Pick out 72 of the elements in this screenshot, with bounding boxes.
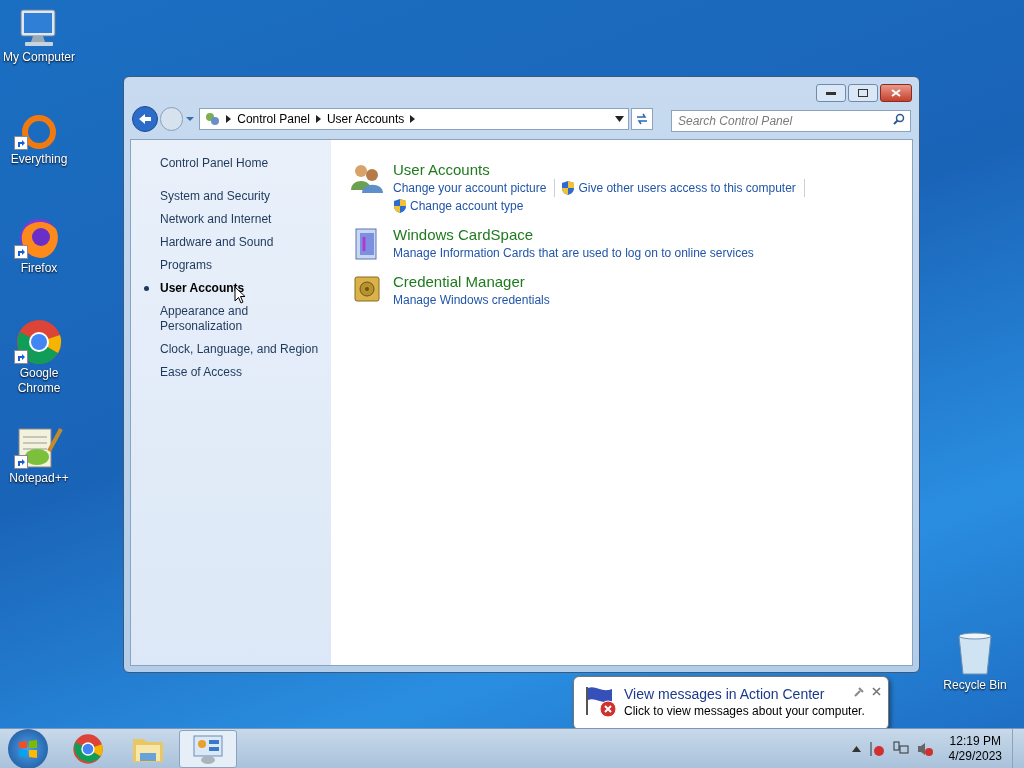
chevron-up-icon[interactable] [851,745,861,752]
sidebar-link[interactable]: System and Security [160,189,331,204]
maximize-button[interactable] [848,84,878,102]
category-title[interactable]: User Accounts [393,160,823,179]
users-icon [350,162,384,194]
windows-logo-icon [18,738,38,759]
flag-error-icon [584,685,618,719]
close-button[interactable] [880,84,912,102]
chevron-right-icon[interactable] [226,115,232,123]
task-link[interactable]: Give other users access to this computer [578,179,796,197]
back-button[interactable] [132,106,158,132]
sidebar-link[interactable]: Ease of Access [160,365,331,380]
sidebar-link[interactable]: Programs [160,258,331,273]
shortcut-label: Everything [9,152,69,167]
desktop-shortcut[interactable]: My Computer [0,8,78,65]
category-title[interactable]: Credential Manager [393,272,823,291]
taskbar-button[interactable] [179,729,237,768]
search-icon [893,113,905,125]
close-icon[interactable] [872,687,881,696]
search-field[interactable]: Search Control Panel [671,110,911,132]
close-icon [891,89,901,97]
clock-date[interactable]: 4/29/2023 [948,748,1002,764]
dropdown-icon[interactable] [615,116,625,122]
shortcut-label: Recycle Bin [943,677,1007,694]
sidebar-link[interactable]: Clock, Language, and Region [160,342,331,357]
start-button[interactable] [8,728,48,768]
chevron-right-icon[interactable] [315,115,321,123]
shortcut-label: My Computer [2,50,76,65]
desktop-shortcut[interactable]: Google Chrome [0,318,78,396]
restore-icon [858,89,868,97]
clock-time[interactable]: 12:19 PM [949,733,1001,749]
wrench-icon[interactable] [854,687,864,697]
address-bar[interactable]: Control Panel User Accounts [199,108,630,130]
refresh-button[interactable] [631,108,653,130]
chrome-icon [72,732,104,765]
sidebar-link[interactable]: Hardware and Sound [160,235,331,250]
notepad-chameleon-icon [15,425,63,471]
desktop-shortcut[interactable]: Firefox [0,215,78,276]
task-link[interactable]: Change your account picture [393,179,547,197]
sidebar-link[interactable]: Appearance and Personalization [160,304,331,334]
recycle-bin-icon [955,630,995,676]
minimize-icon [826,91,836,95]
task-link[interactable]: Change account type [410,197,524,215]
sidebar-link[interactable]: Control Panel Home [160,154,331,172]
control-panel-icon [204,111,221,127]
sidebar-link[interactable]: User Accounts [160,281,331,296]
shortcut-label: Google Chrome [16,366,62,396]
breadcrumb-link[interactable]: Control Panel [237,110,310,128]
task-link[interactable]: Manage Windows credentials [393,291,550,309]
network-icon[interactable] [892,740,909,757]
vault-icon [352,274,382,304]
shortcut-label: Notepad++ [9,471,69,486]
breadcrumb-link[interactable]: User Accounts [326,110,405,128]
refresh-arrows-icon [635,113,650,125]
control-panel-icon [192,733,224,764]
minimize-button[interactable] [816,84,846,102]
flag-error-icon[interactable] [868,740,885,757]
sidebar-link[interactable]: Network and Internet [160,212,331,227]
category-title[interactable]: Windows CardSpace [393,225,823,244]
notification-balloon[interactable]: View messages in Action Center Click to view messages about your computer. [573,676,889,730]
speaker-muted-icon[interactable] [916,740,933,757]
chevron-right-icon[interactable] [410,115,416,123]
task-link[interactable]: Manage Information Cards that are used to log on to online services [393,244,754,262]
desktop-shortcut[interactable]: Everything [0,112,78,167]
notification-title: View messages in Action Center [624,685,825,703]
ring-icon [19,112,59,152]
desktop-shortcut[interactable]: Notepad++ [0,425,78,486]
back-arrow-icon [137,113,152,125]
notification-text: Click to view messages about your computer. [624,703,865,719]
shortcut-label: Firefox [19,261,59,276]
desktop-shortcut[interactable]: Recycle Bin [938,630,1012,694]
chrome-icon [15,318,63,366]
